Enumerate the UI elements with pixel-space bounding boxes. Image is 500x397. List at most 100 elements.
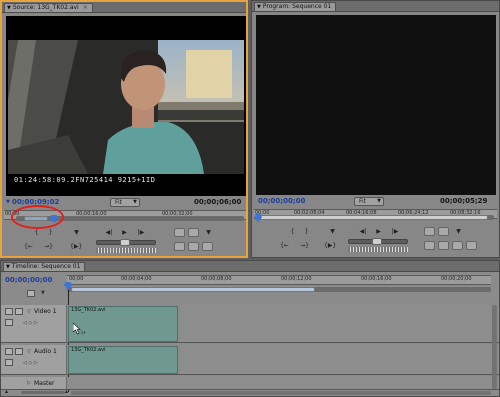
set-marker-button[interactable]: ▼ (328, 227, 337, 236)
goto-out-button[interactable]: →} (300, 241, 309, 250)
zoom-in-icon[interactable]: ▴ (65, 389, 68, 395)
audio-1-track: ▽ Audio 1 ◁ ◇ ▷ 13G_TK02.avi (1, 345, 499, 375)
goto-in-button[interactable]: {← (280, 241, 289, 250)
timeline-ruler-label: 00;00;12;00 (281, 276, 312, 282)
source-duration: 00;00;06;00 (194, 198, 242, 206)
mark-in-button[interactable]: { (288, 227, 297, 236)
timeline-tab-bar: ▼ Timeline: Sequence 01 (1, 261, 499, 272)
program-tab-bar: ▼ Program: Sequence 01 (252, 1, 499, 12)
source-fit-label: Fit (115, 199, 123, 206)
output-button[interactable] (452, 241, 463, 250)
tab-menu-icon[interactable]: ▼ (257, 4, 261, 10)
program-tab-label: Program: Sequence 01 (262, 3, 332, 10)
program-duration: 00;00;05;29 (440, 197, 488, 205)
source-fit-dropdown[interactable]: Fit ▼ (110, 198, 140, 207)
audio-clip[interactable]: 13G_TK02.avi (68, 346, 178, 374)
step-back-button[interactable]: ◀| (102, 228, 116, 237)
keyframe-nav-icon[interactable]: ◁ ◇ ▷ (23, 320, 38, 326)
loop-button[interactable] (424, 241, 435, 250)
timeline-vertical-scrollbar[interactable] (492, 305, 497, 389)
mark-out-button[interactable]: } (302, 227, 311, 236)
shuttle-knob[interactable] (372, 238, 382, 245)
timeline-ruler-label: 00;00;08;00 (201, 276, 232, 282)
set-marker-icon[interactable]: ▼ (41, 290, 45, 296)
tab-timeline[interactable]: ▼ Timeline: Sequence 01 (3, 262, 86, 271)
export-frame-icon[interactable]: ▼ (204, 228, 213, 237)
display-style-icon[interactable] (5, 359, 13, 366)
mark-out-button[interactable]: } (46, 228, 55, 237)
jog-wheel[interactable] (348, 247, 408, 252)
mark-in-button[interactable]: { (32, 228, 41, 237)
lock-toggle-icon[interactable] (15, 308, 23, 315)
expand-track-icon[interactable]: ▽ (27, 349, 31, 355)
master-track-name: Master (34, 380, 55, 387)
tab-menu-icon[interactable]: ▼ (7, 5, 11, 11)
loop-button[interactable] (174, 242, 185, 251)
play-button[interactable]: ▶ (120, 228, 129, 237)
source-tab-bar: ▼ Source: 13G_TK02.avi × (2, 2, 246, 13)
display-style-icon[interactable] (5, 319, 13, 326)
jog-wheel[interactable] (96, 248, 156, 253)
close-icon[interactable]: × (83, 4, 88, 11)
step-back-button[interactable]: ◀| (356, 227, 370, 236)
eye-toggle-icon[interactable] (5, 308, 13, 315)
speaker-toggle-icon[interactable] (5, 348, 13, 355)
program-playhead-icon[interactable] (254, 214, 262, 222)
zoom-out-icon[interactable]: ▴ (5, 389, 8, 395)
highlight-circle (11, 205, 64, 229)
source-video-image (8, 40, 244, 174)
video-overlay-timecode: 01:24:58:09.2FN725414 9215+1ID (14, 176, 156, 184)
program-monitor-panel: ▼ Program: Sequence 01 00;00;00;00 Fit ▼ 0… (251, 0, 500, 258)
expand-track-icon[interactable]: ▽ (27, 309, 31, 315)
timeline-panel: ▼ Timeline: Sequence 01 00;00;00;00 ▼ 00;… (0, 260, 500, 397)
source-playhead-marker-icon: ▼ (6, 199, 10, 205)
lift-button[interactable] (424, 227, 435, 236)
overlay-button[interactable] (188, 228, 199, 237)
snap-toggle-icon[interactable] (27, 290, 35, 297)
export-frame-icon[interactable]: ▼ (454, 227, 463, 236)
video-1-track-header: ▽ Video 1 ◁ ◇ ▷ (1, 305, 67, 342)
master-track: ▷ Master (1, 377, 499, 390)
goto-out-button[interactable]: →} (44, 242, 53, 251)
set-marker-button[interactable]: ▼ (72, 228, 81, 237)
step-forward-button[interactable]: |▶ (388, 227, 402, 236)
audio-clip-label: 13G_TK02.avi (71, 347, 106, 353)
keyframe-nav-icon[interactable]: ◁ ◇ ▷ (23, 360, 38, 366)
lock-toggle-icon[interactable] (15, 348, 23, 355)
output-button[interactable] (202, 242, 213, 251)
goto-in-button[interactable]: {← (24, 242, 33, 251)
play-button[interactable]: ▶ (374, 227, 383, 236)
timeline-tab-label: Timeline: Sequence 01 (11, 263, 81, 270)
play-in-to-out-button[interactable]: {▶} (70, 242, 82, 251)
tab-menu-icon[interactable]: ▼ (6, 264, 10, 270)
video-1-track-name: Video 1 (34, 308, 57, 315)
source-tab-label: Source: 13G_TK02.avi (12, 4, 79, 11)
program-fit-dropdown[interactable]: Fit ▼ (354, 197, 384, 206)
step-forward-button[interactable]: |▶ (134, 228, 148, 237)
tab-program[interactable]: ▼ Program: Sequence 01 (254, 2, 337, 11)
timeline-current-time[interactable]: 00;00;00;00 (5, 276, 52, 284)
play-in-to-out-button[interactable]: {▶} (324, 241, 336, 250)
timeline-zoom-slider[interactable] (21, 391, 65, 394)
timeline-ruler-label: 00;00 (69, 276, 84, 282)
expand-track-icon[interactable]: ▷ (27, 380, 31, 386)
audio-1-track-name: Audio 1 (34, 348, 57, 355)
car-scene-image (8, 40, 244, 174)
program-zoom-thumb[interactable] (260, 215, 488, 220)
extract-button[interactable] (438, 227, 449, 236)
timeline-ruler-label: 00;00;16;00 (361, 276, 392, 282)
timeline-ruler-label: 00;00;20;00 (441, 276, 472, 282)
program-current-time[interactable]: 00;00;00;00 (258, 197, 305, 205)
shuttle-knob[interactable] (120, 239, 130, 246)
trim-button[interactable] (466, 241, 477, 250)
timeline-work-area-bar[interactable] (71, 287, 315, 292)
timeline-time-ruler[interactable]: 00;00 00;00;04;00 00;00;08;00 00;00;12;0… (67, 275, 491, 285)
timeline-horizontal-scrollbar[interactable] (71, 391, 491, 395)
mouse-cursor-icon: ]+ (72, 322, 87, 337)
source-video-frame: 01:24:58:09.2FN725414 9215+1ID (6, 16, 246, 196)
tab-source[interactable]: ▼ Source: 13G_TK02.avi × (4, 3, 93, 12)
safe-margins-button[interactable] (188, 242, 199, 251)
chevron-down-icon: ▼ (377, 198, 381, 204)
insert-button[interactable] (174, 228, 185, 237)
safe-margins-button[interactable] (438, 241, 449, 250)
